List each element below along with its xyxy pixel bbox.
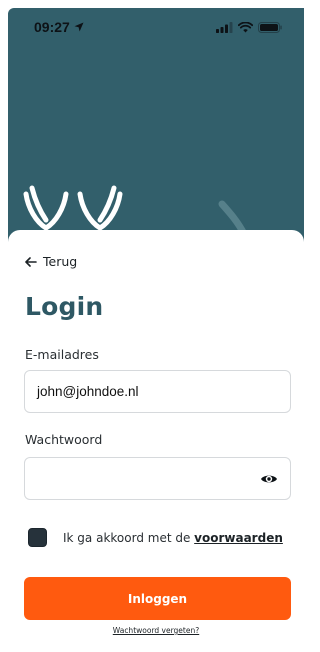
back-button[interactable]: Terug <box>25 254 77 269</box>
password-field[interactable] <box>24 457 291 500</box>
login-button[interactable]: Inloggen <box>24 577 291 620</box>
terms-prefix: Ik ga akkoord met de <box>63 530 191 545</box>
password-label: Wachtwoord <box>25 432 103 447</box>
location-arrow-icon <box>74 22 84 32</box>
terms-row: Ik ga akkoord met de voorwaarden <box>28 528 283 547</box>
status-bar: 09:27 <box>8 8 304 46</box>
terms-link[interactable]: voorwaarden <box>194 531 283 545</box>
login-screen: 09:27 Terug Login E-mailadres john@johnd… <box>0 0 304 652</box>
terms-text: Ik ga akkoord met de voorwaarden <box>63 531 283 545</box>
wifi-icon <box>238 21 253 32</box>
arrow-left-icon <box>25 256 37 267</box>
back-label: Terug <box>43 254 78 269</box>
login-card: Terug Login E-mailadres john@johndoe.nl … <box>8 230 304 652</box>
email-label: E-mailadres <box>25 347 99 362</box>
status-time-group: 09:27 <box>34 19 84 35</box>
page-title: Login <box>25 292 104 321</box>
email-value: john@johndoe.nl <box>37 384 139 399</box>
terms-checkbox[interactable] <box>28 528 47 547</box>
forgot-password-link[interactable]: Wachtwoord vergeten? <box>8 626 304 635</box>
status-icons <box>216 21 282 33</box>
battery-icon <box>258 21 282 33</box>
email-field[interactable]: john@johndoe.nl <box>24 370 291 413</box>
cellular-signal-icon <box>216 21 233 33</box>
status-time: 09:27 <box>34 19 70 35</box>
eye-icon[interactable] <box>260 471 278 487</box>
